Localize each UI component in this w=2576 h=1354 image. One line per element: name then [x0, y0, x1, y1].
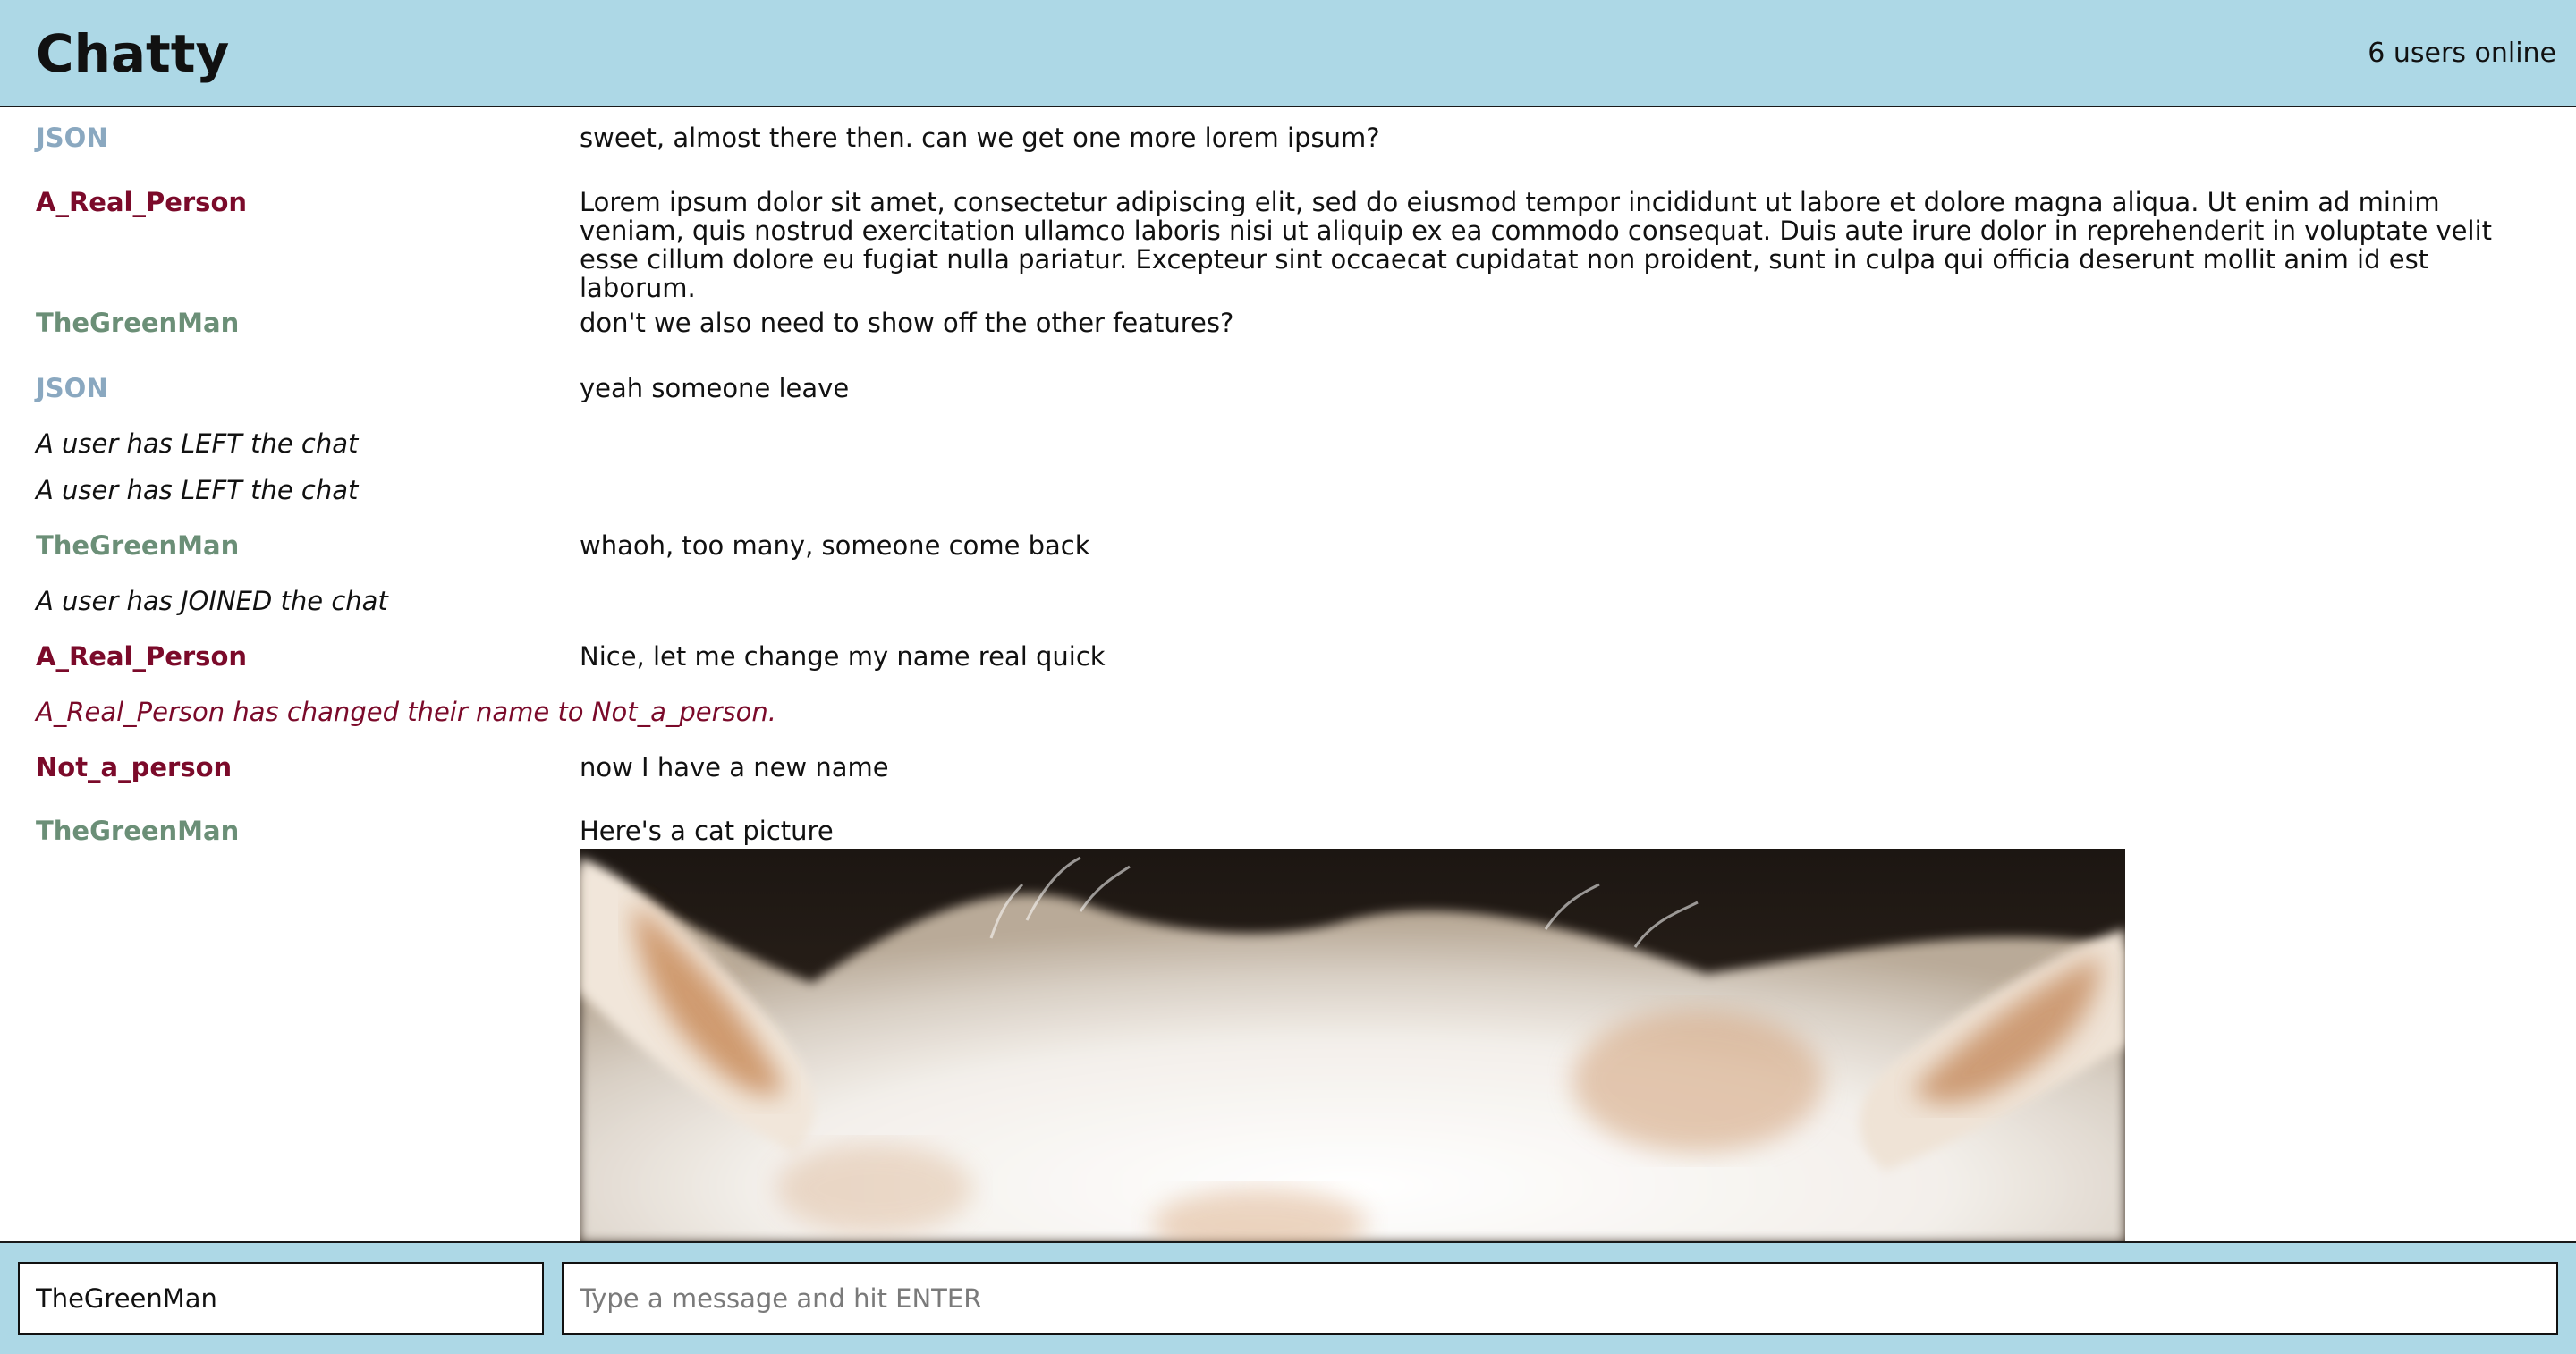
- message-text: Nice, let me change my name real quick: [580, 641, 1106, 672]
- message-text: whaoh, too many, someone come back: [580, 530, 1090, 561]
- composer-bar: [0, 1241, 2576, 1354]
- username-input[interactable]: [18, 1262, 544, 1335]
- chat-app: Chatty 6 users online JSON sweet, almost…: [0, 0, 2576, 1354]
- app-title: Chatty: [36, 23, 230, 84]
- system-event: A user has JOINED the chat: [36, 586, 388, 616]
- users-online-count: 6 users online: [2368, 38, 2556, 69]
- message-sender: JSON: [36, 123, 108, 153]
- message-sender: Not_a_person: [36, 752, 233, 783]
- message-sender: A_Real_Person: [36, 187, 248, 217]
- message-text: Lorem ipsum dolor sit amet, consectetur …: [580, 187, 2492, 303]
- message-sender: TheGreenMan: [36, 816, 240, 846]
- name-change-event: A_Real_Person has changed their name to …: [36, 697, 776, 727]
- message-input[interactable]: [562, 1262, 2558, 1335]
- message-text: yeah someone leave: [580, 373, 850, 403]
- system-event: A user has LEFT the chat: [36, 428, 359, 459]
- message-sender: TheGreenMan: [36, 308, 240, 338]
- message-sender: A_Real_Person: [36, 641, 248, 672]
- message-text: now I have a new name: [580, 752, 889, 783]
- message-text: sweet, almost there then. can we get one…: [580, 123, 1380, 153]
- message-sender: TheGreenMan: [36, 530, 240, 561]
- message-text: don't we also need to show off the other…: [580, 308, 1234, 338]
- message-text: Here's a cat picture: [580, 816, 834, 846]
- cat-photo: [580, 849, 2125, 1241]
- message-list[interactable]: JSON sweet, almost there then. can we ge…: [0, 107, 2576, 1241]
- header-bar: Chatty 6 users online: [0, 0, 2576, 107]
- message-sender: JSON: [36, 373, 108, 403]
- system-event: A user has LEFT the chat: [36, 475, 359, 505]
